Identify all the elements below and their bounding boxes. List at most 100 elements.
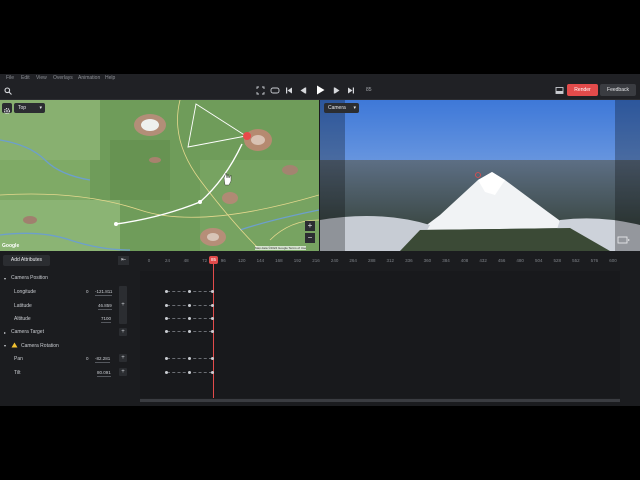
plus-icon: + (121, 355, 125, 361)
ruler-tick-label: 408 (460, 258, 469, 263)
search-icon[interactable] (4, 87, 12, 95)
add-keyframe-tilt-button[interactable]: + (119, 368, 127, 376)
group-expand-icon[interactable]: ▾ (4, 276, 6, 281)
longitude-label: Longitude (14, 289, 36, 295)
ruler-tick-label: 264 (349, 258, 357, 263)
loop-icon[interactable] (270, 86, 280, 95)
keyframe[interactable] (188, 357, 191, 360)
ruler-tick-label: 456 (497, 258, 506, 263)
camera-render (320, 100, 640, 251)
ruler-tick-label: 528 (553, 258, 562, 263)
ruler-tick-label: 120 (238, 258, 246, 263)
keyframe[interactable] (188, 304, 191, 307)
ruler-tick-label: 360 (423, 258, 432, 263)
warning-icon (11, 342, 18, 348)
playhead-marker[interactable]: 85 (209, 256, 218, 264)
ruler-tick-label: 48 (183, 258, 189, 263)
terrain-map[interactable] (0, 99, 320, 251)
frame-counter: 85 (366, 87, 372, 93)
pan-label: Pan (14, 356, 23, 362)
keyframe[interactable] (188, 371, 191, 374)
keyframe[interactable] (211, 357, 214, 360)
render-button[interactable]: Render (567, 84, 598, 96)
step-back-icon[interactable] (299, 86, 307, 95)
plus-icon: + (121, 302, 125, 308)
step-forward-icon[interactable] (333, 86, 341, 95)
ruler-tick-label: 216 (312, 258, 320, 263)
add-attributes-button[interactable]: Add Attributes (3, 255, 50, 266)
google-logo: Google (2, 243, 20, 249)
keyframe[interactable] (211, 304, 214, 307)
keyframe[interactable] (165, 357, 168, 360)
group-camera-target[interactable]: Camera Target (11, 329, 44, 335)
ruler-tick-label: 192 (293, 258, 302, 263)
group-camera-rotation[interactable]: Camera Rotation (21, 343, 59, 349)
plus-icon: + (121, 369, 125, 375)
keyframe[interactable] (188, 290, 191, 293)
keyframe[interactable] (188, 330, 191, 333)
chevron-down-icon: ▾ (353, 105, 356, 111)
menu-edit[interactable]: Edit (21, 75, 30, 81)
ruler-tick-label: 336 (405, 258, 413, 263)
ruler-tick-label: 600 (609, 258, 617, 263)
ruler-tick-label: 0 (147, 258, 151, 263)
altitude-label: Altitude (14, 316, 31, 322)
keyframe[interactable] (165, 317, 168, 320)
collapse-button[interactable]: ⇤ (118, 256, 129, 265)
ruler-tick-label: 504 (534, 258, 543, 263)
keyframe[interactable] (211, 290, 214, 293)
keyframe[interactable] (165, 371, 168, 374)
ruler-tick-label: 552 (572, 258, 580, 263)
altitude-field[interactable]: 7100 (101, 316, 112, 323)
camera-frame-icon[interactable] (617, 235, 631, 245)
ruler-tick-label: 24 (165, 258, 171, 263)
skip-end-icon[interactable] (347, 86, 355, 95)
ruler-tick-label: 480 (516, 258, 524, 263)
ruler-tick-label: 576 (590, 258, 599, 263)
tilt-field[interactable]: 80.091 (97, 370, 111, 377)
keyframe[interactable] (211, 330, 214, 333)
group-camera-position[interactable]: Camera Position (11, 275, 48, 281)
zoom-in-button[interactable]: + (305, 221, 315, 231)
ruler-tick-label: 432 (479, 258, 487, 263)
group-collapse-icon[interactable]: ▸ (4, 330, 6, 335)
map-view[interactable]: Top ▾ + − Google Map data ©2024 Google T… (0, 99, 320, 251)
keyframe[interactable] (211, 317, 214, 320)
menu-animation[interactable]: Animation (78, 75, 100, 81)
menu-help[interactable]: Help (105, 75, 115, 81)
longitude-field[interactable]: -121.811 (95, 289, 113, 296)
frame-icon[interactable] (555, 86, 564, 95)
chevron-down-icon: ▾ (39, 105, 42, 111)
keyframe[interactable] (165, 330, 168, 333)
fullscreen-icon[interactable] (256, 86, 265, 95)
skip-start-icon[interactable] (285, 86, 293, 95)
gear-button[interactable] (2, 103, 12, 115)
ruler-tick-label: 288 (367, 258, 376, 263)
menu-view[interactable]: View (36, 75, 47, 81)
group-expand-icon[interactable]: ▾ (4, 343, 6, 348)
camera-view[interactable]: Camera ▾ (320, 100, 640, 251)
view-dropdown-top[interactable]: Top ▾ (14, 103, 45, 113)
ruler-tick-label: 144 (256, 258, 265, 263)
add-keyframe-target-button[interactable]: + (119, 328, 127, 336)
latitude-field[interactable]: 46.859 (98, 303, 112, 310)
view-dropdown-camera[interactable]: Camera ▾ (324, 103, 359, 113)
pan-field[interactable]: -82.281 (95, 356, 111, 363)
timeline-scrollbar[interactable] (140, 399, 620, 402)
keyframe[interactable] (211, 371, 214, 374)
add-keyframe-pan-button[interactable]: + (119, 354, 127, 362)
play-icon[interactable] (315, 84, 326, 96)
menu-file[interactable]: File (6, 75, 14, 81)
keyframe[interactable] (165, 304, 168, 307)
keyframe[interactable] (188, 317, 191, 320)
zoom-out-button[interactable]: − (305, 233, 315, 243)
pan-prefix: 0 (86, 356, 89, 361)
view-dropdown-label: Top (18, 105, 27, 111)
menu-overlays[interactable]: Overlays (53, 75, 73, 81)
feedback-button[interactable]: Feedback (600, 84, 636, 96)
longitude-prefix: 0 (86, 289, 89, 294)
ruler-tick-label: 312 (386, 258, 395, 263)
add-keyframe-position-button[interactable]: + (119, 286, 127, 324)
latitude-label: Latitude (14, 303, 32, 309)
keyframe[interactable] (165, 290, 168, 293)
